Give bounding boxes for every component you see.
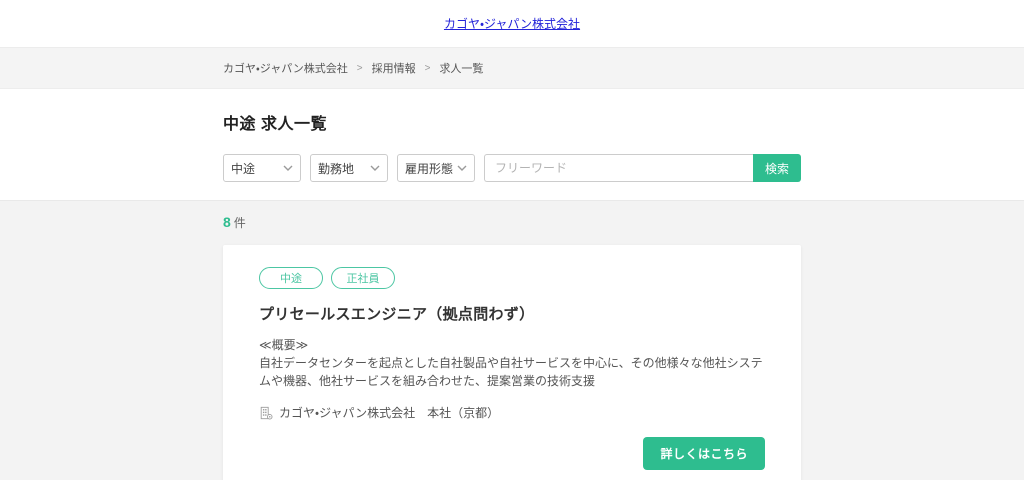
filter-section: 中途 求人一覧 中途 勤務地 雇用形態 検索 [0, 89, 1024, 201]
site-header: カゴヤ・ジャパン株式会社 [0, 0, 1024, 48]
building-icon [259, 406, 273, 420]
results-section: 8件 中途 正社員 プリセールスエンジニア（拠点問わず） ≪概要≫ 自社データセ… [0, 201, 1024, 480]
page: カゴヤ・ジャパン株式会社 カゴヤ・ジャパン株式会社 > 採用情報 > 求人一覧 … [0, 0, 1024, 480]
site-home-link[interactable]: カゴヤ・ジャパン株式会社 [444, 15, 580, 32]
breadcrumb-separator: > [357, 63, 363, 74]
breadcrumb-item-current: 求人一覧 [439, 60, 483, 76]
select-location-value: 勤務地 [318, 160, 354, 177]
job-summary: ≪概要≫ 自社データセンターを起点とした自社製品や自社サービスを中心に、その他様… [259, 336, 765, 390]
job-summary-heading: ≪概要≫ [259, 338, 308, 352]
detail-button[interactable]: 詳しくはこちら [643, 437, 765, 470]
keyword-input[interactable] [484, 154, 753, 182]
job-company-text: カゴヤ・ジャパン株式会社 本社（京都） [279, 404, 499, 421]
select-employment-type[interactable]: 雇用形態 [397, 154, 475, 182]
result-count: 8件 [223, 214, 801, 231]
breadcrumb-item-home[interactable]: カゴヤ・ジャパン株式会社 [223, 60, 348, 76]
select-location[interactable]: 勤務地 [310, 154, 388, 182]
search-button[interactable]: 検索 [753, 154, 801, 182]
job-summary-body: 自社データセンターを起点とした自社製品や自社サービスを中心に、その他様々な他社シ… [259, 356, 763, 388]
job-tags: 中途 正社員 [259, 267, 765, 289]
result-count-number: 8 [223, 214, 231, 230]
tag-fulltime: 正社員 [331, 267, 395, 289]
breadcrumb-separator: > [425, 63, 431, 74]
page-title: 中途 求人一覧 [223, 110, 801, 134]
chevron-down-icon [370, 165, 380, 171]
job-title: プリセールスエンジニア（拠点問わず） [259, 303, 765, 324]
select-employment-type-value: 雇用形態 [405, 160, 453, 177]
select-career-type[interactable]: 中途 [223, 154, 301, 182]
job-company-location: カゴヤ・ジャパン株式会社 本社（京都） [259, 404, 765, 421]
result-count-unit: 件 [234, 216, 246, 230]
breadcrumb-item-recruit[interactable]: 採用情報 [372, 60, 416, 76]
filter-row: 中途 勤務地 雇用形態 検索 [223, 154, 801, 182]
card-actions: 詳しくはこちら [259, 437, 765, 470]
chevron-down-icon [457, 165, 467, 171]
job-card: 中途 正社員 プリセールスエンジニア（拠点問わず） ≪概要≫ 自社データセンター… [223, 245, 801, 480]
select-career-type-value: 中途 [231, 160, 255, 177]
chevron-down-icon [283, 165, 293, 171]
tag-midcareer: 中途 [259, 267, 323, 289]
breadcrumb: カゴヤ・ジャパン株式会社 > 採用情報 > 求人一覧 [0, 48, 1024, 89]
